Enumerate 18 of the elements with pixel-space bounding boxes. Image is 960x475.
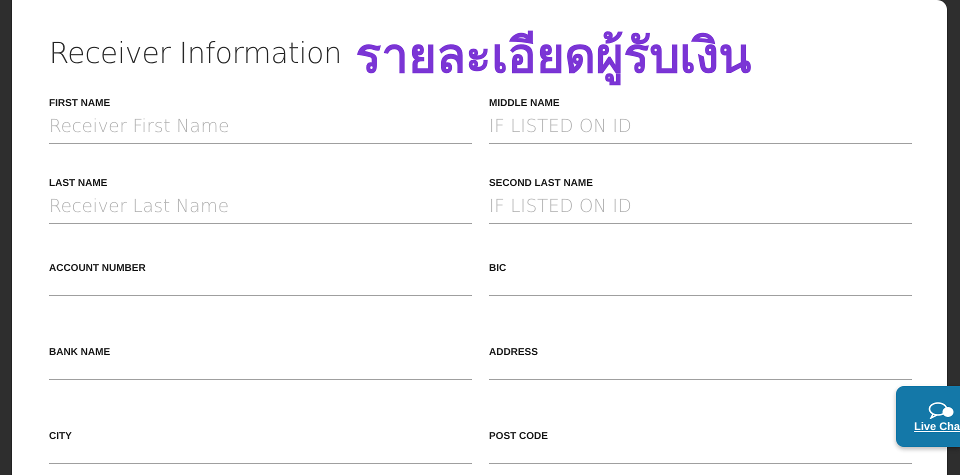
form-title: Receiver Information: [49, 36, 342, 70]
field-label: FIRST NAME: [49, 98, 112, 111]
chat-bubbles-icon: [928, 400, 954, 418]
field-label: ADDRESS: [489, 347, 539, 360]
field-label: ACCOUNT NUMBER: [49, 263, 147, 276]
field-label: SECOND LAST NAME: [489, 178, 594, 191]
live-chat-button[interactable]: Live Cha: [896, 386, 960, 447]
field-label: POST CODE: [489, 431, 549, 444]
field-label: BIC: [489, 263, 508, 276]
field-label: BANK NAME: [49, 347, 112, 360]
field-label: CITY: [49, 431, 73, 444]
input-field[interactable]: IF LISTED ON ID: [489, 192, 912, 224]
input-field[interactable]: IF LISTED ON ID: [489, 112, 912, 144]
input-field[interactable]: Receiver Last Name: [49, 192, 472, 224]
annotation-text: รายละเอียดผู้รับเงิน: [356, 27, 752, 88]
input-field[interactable]: Receiver First Name: [49, 112, 472, 144]
field-label: MIDDLE NAME: [489, 98, 561, 111]
field-label: LAST NAME: [49, 178, 108, 191]
